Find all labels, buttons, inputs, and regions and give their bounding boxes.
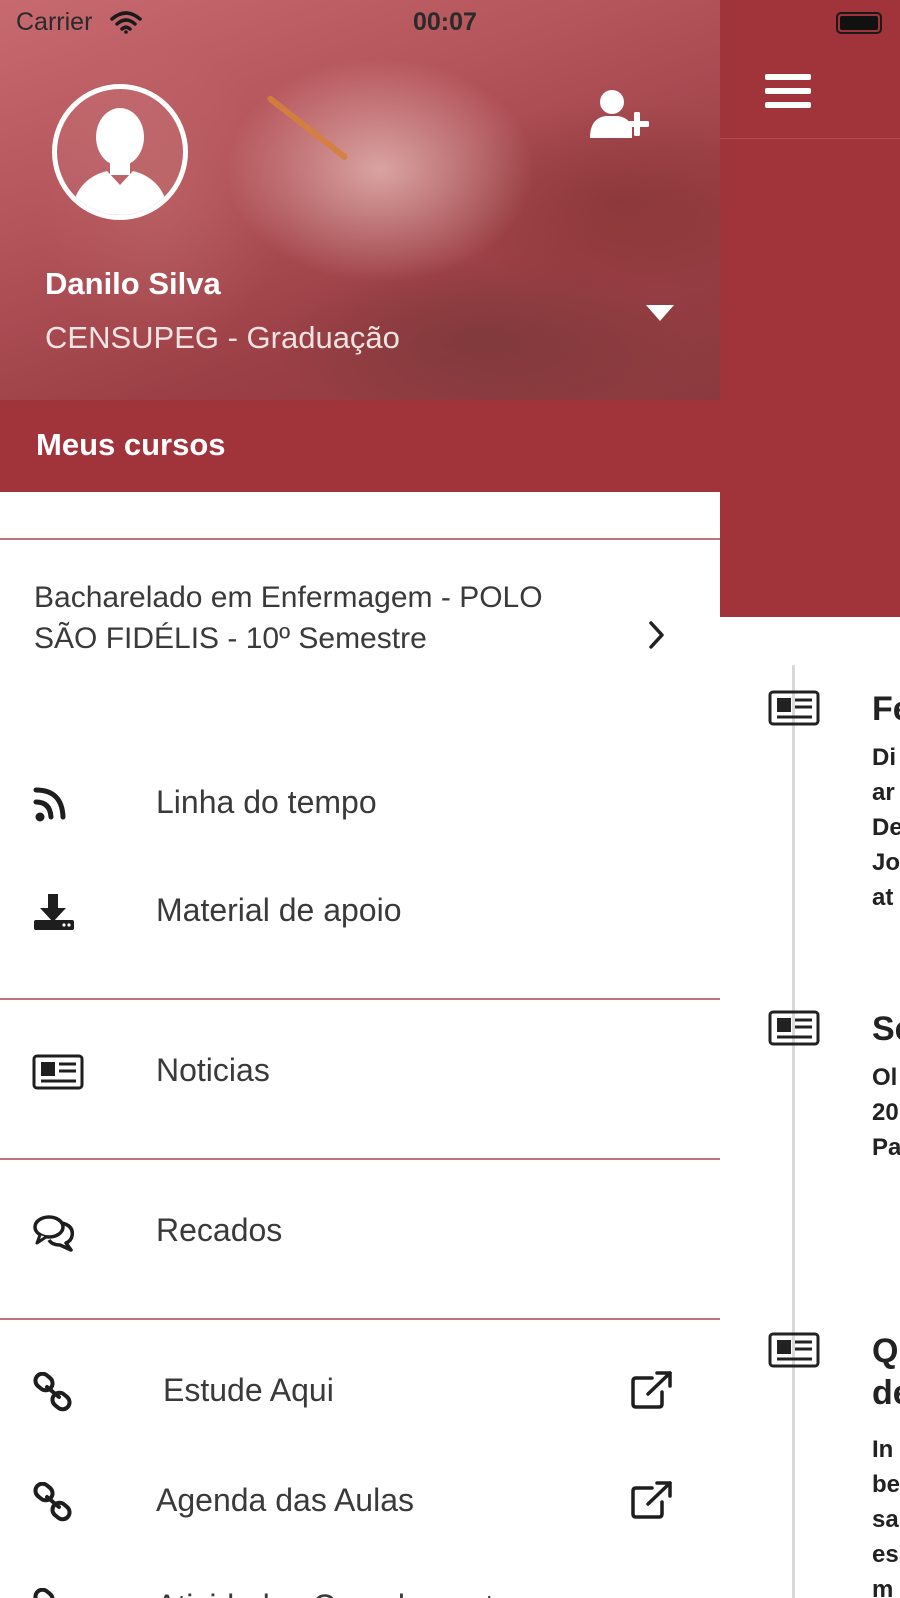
link-icon <box>33 1588 55 1598</box>
menu-item-recados[interactable]: Recados <box>0 1190 720 1270</box>
menu-item-atividades-complementares[interactable]: Atividades Complementares <box>0 1566 720 1598</box>
menu-item-label: Recados <box>156 1212 283 1248</box>
menu-item-label: Estude Aqui <box>163 1372 334 1408</box>
avatar[interactable] <box>52 84 188 220</box>
menu-item-noticias[interactable]: Noticias <box>0 1030 720 1110</box>
divider <box>0 1158 720 1160</box>
newspaper-icon <box>768 690 820 726</box>
menu-item-label: Agenda das Aulas <box>156 1482 414 1518</box>
link-icon <box>33 1372 72 1412</box>
divider <box>0 1318 720 1320</box>
newspaper-icon <box>32 1054 84 1090</box>
header-divider <box>720 138 900 139</box>
wifi-icon <box>110 11 142 34</box>
chevron-right-icon[interactable] <box>648 620 666 650</box>
menu-item-estude-aqui[interactable]: Estude Aqui <box>0 1350 720 1430</box>
external-link-icon[interactable] <box>630 1480 674 1520</box>
menu-icon[interactable] <box>765 74 811 108</box>
news-excerpt: Di ar De Jo at <box>872 744 900 911</box>
caret-down-icon[interactable] <box>646 305 674 323</box>
newspaper-icon <box>768 1332 820 1368</box>
divider <box>0 998 720 1000</box>
news-excerpt: Ol 20 Pa <box>872 1064 900 1161</box>
link-icon <box>33 1482 72 1522</box>
user-organization: CENSUPEG - Graduação <box>45 320 400 355</box>
status-bar: Carrier 00:07 <box>0 0 900 44</box>
download-icon <box>34 894 74 930</box>
menu-item-agenda-das-aulas[interactable]: Agenda das Aulas <box>0 1460 720 1540</box>
menu-item-label: Linha do tempo <box>156 784 377 820</box>
course-label: Bacharelado em Enfermagem - POLO SÃO FID… <box>34 581 543 655</box>
section-title: Meus cursos <box>36 427 226 462</box>
carrier-label: Carrier <box>16 8 93 36</box>
news-title: Q de <box>872 1332 900 1412</box>
menu-item-material-de-apoio[interactable]: Material de apoio <box>0 870 720 950</box>
menu-item-label: Atividades Complementares <box>156 1588 556 1598</box>
course-item[interactable]: Bacharelado em Enfermagem - POLO SÃO FID… <box>0 545 720 710</box>
menu-item-label: Noticias <box>156 1052 270 1088</box>
menu-item-linha-do-tempo[interactable]: Linha do tempo <box>0 762 720 842</box>
clock: 00:07 <box>413 8 477 36</box>
add-user-icon[interactable] <box>590 88 656 140</box>
external-link-icon[interactable] <box>630 1370 674 1410</box>
menu-item-label: Material de apoio <box>156 892 402 928</box>
divider <box>0 538 720 540</box>
navigation-drawer: Danilo Silva CENSUPEG - Graduação Meus c… <box>0 0 720 1598</box>
battery-icon <box>836 12 882 34</box>
news-title: Fe <box>872 690 900 728</box>
user-name: Danilo Silva <box>45 266 221 301</box>
news-excerpt: In be sa es m <box>872 1436 900 1598</box>
background-photo <box>266 94 349 161</box>
chat-icon <box>33 1215 75 1252</box>
newspaper-icon <box>768 1010 820 1046</box>
timeline-line <box>792 665 795 1598</box>
rss-icon <box>33 787 66 822</box>
user-silhouette-icon <box>71 108 169 215</box>
news-title: Se <box>872 1010 900 1048</box>
